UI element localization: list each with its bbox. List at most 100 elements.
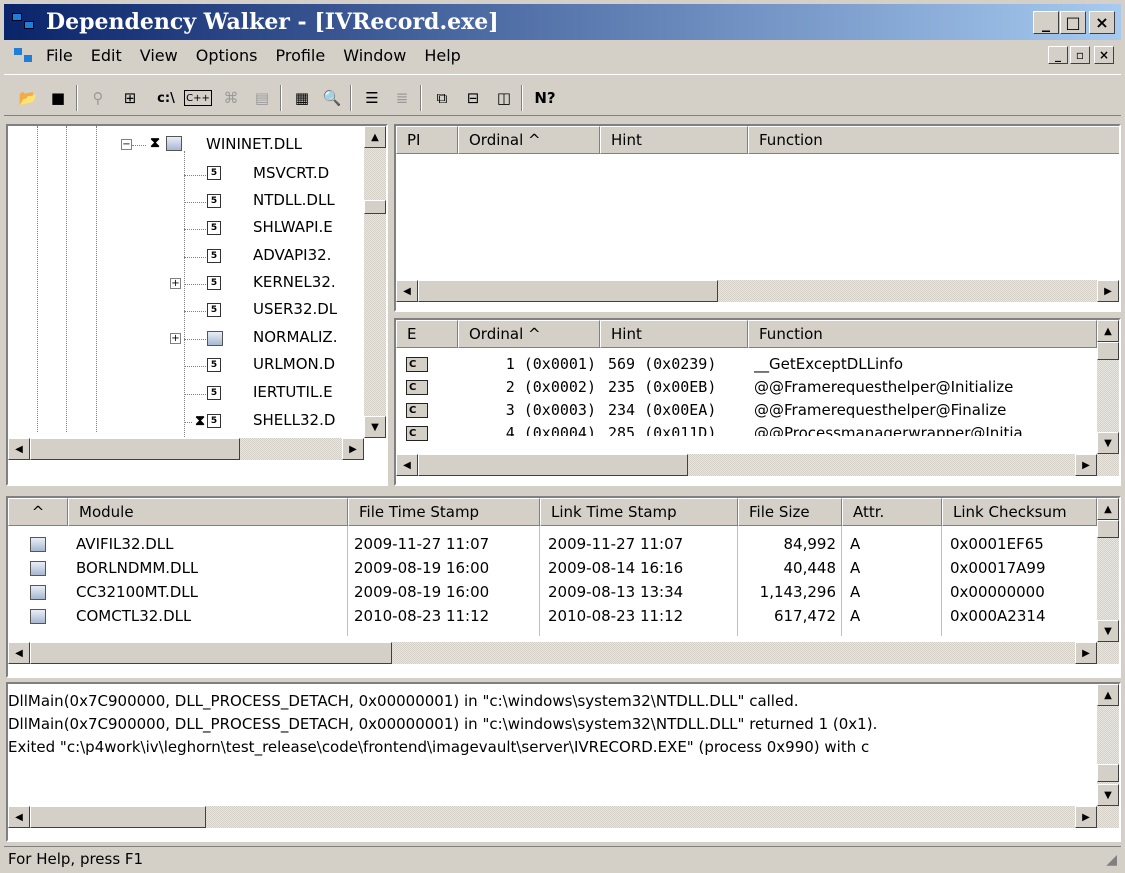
modules-list[interactable]: ^ Module File Time Stamp Link Time Stamp… bbox=[6, 496, 1121, 678]
function-cell[interactable]: @@Framerequesthelper@Finalize bbox=[754, 401, 1096, 419]
menu-help[interactable]: Help bbox=[424, 46, 460, 65]
tree-item[interactable]: KERNEL32. bbox=[253, 273, 336, 291]
imports-hscrollbar[interactable]: ◀ ▶ bbox=[396, 280, 1119, 302]
split-v-icon[interactable]: ◫ bbox=[490, 85, 518, 111]
column-header-attr[interactable]: Attr. bbox=[842, 498, 942, 526]
tree-icon[interactable]: ⊞ bbox=[116, 85, 144, 111]
mdi-minimize-button[interactable]: _ bbox=[1048, 46, 1068, 64]
profile-icon[interactable]: ⌘ bbox=[217, 85, 245, 111]
close-button[interactable]: × bbox=[1089, 11, 1115, 34]
path-icon[interactable]: c:\ bbox=[152, 85, 180, 111]
sort-icon[interactable]: ☰ bbox=[358, 85, 386, 111]
log-vscrollbar[interactable]: ▲ ▼ bbox=[1097, 684, 1119, 806]
scroll-right-button[interactable]: ▶ bbox=[342, 438, 364, 460]
function-cell[interactable]: @@Processmanagerwrapper@Initia bbox=[754, 424, 1096, 436]
mdi-restore-button[interactable]: ▫ bbox=[1070, 46, 1090, 64]
scroll-right-button[interactable]: ▶ bbox=[1097, 280, 1119, 302]
scroll-left-button[interactable]: ◀ bbox=[396, 454, 418, 476]
scroll-right-button[interactable]: ▶ bbox=[1075, 806, 1097, 828]
menu-file[interactable]: File bbox=[46, 46, 73, 65]
scroll-thumb[interactable] bbox=[30, 642, 392, 664]
column-header-link-checksum[interactable]: Link Checksum bbox=[942, 498, 1097, 526]
column-header-file-time-stamp[interactable]: File Time Stamp bbox=[348, 498, 540, 526]
log-hscrollbar[interactable]: ◀ ▶ bbox=[8, 806, 1119, 828]
cpp-icon[interactable]: C++ bbox=[184, 90, 212, 106]
scroll-down-button[interactable]: ▼ bbox=[1097, 432, 1119, 454]
column-header-e[interactable]: E bbox=[396, 320, 458, 348]
column-header-hint[interactable]: Hint bbox=[600, 320, 748, 348]
scroll-down-button[interactable]: ▼ bbox=[364, 416, 386, 438]
scroll-thumb[interactable] bbox=[1097, 520, 1119, 538]
exports-list[interactable]: E Ordinal ^ Hint Function C 1 (0x0001) 5… bbox=[394, 318, 1121, 486]
scroll-thumb[interactable] bbox=[1097, 342, 1119, 360]
tree-item[interactable]: ADVAPI32. bbox=[253, 246, 331, 264]
menu-view[interactable]: View bbox=[140, 46, 178, 65]
tree-hscrollbar[interactable]: ◀ ▶ bbox=[8, 438, 364, 460]
scroll-left-button[interactable]: ◀ bbox=[396, 280, 418, 302]
tree-item[interactable]: SHLWAPI.E bbox=[253, 218, 333, 236]
properties-icon[interactable]: ▤ bbox=[248, 85, 276, 111]
function-cell[interactable]: @@Framerequesthelper@Initialize bbox=[754, 378, 1096, 396]
column-header-function[interactable]: Function bbox=[748, 126, 1119, 154]
module-name-cell[interactable]: AVIFIL32.DLL bbox=[76, 535, 174, 553]
collapse-icon[interactable]: − bbox=[121, 139, 132, 150]
module-name-cell[interactable]: COMCTL32.DLL bbox=[76, 607, 191, 625]
module-name-cell[interactable]: CC32100MT.DLL bbox=[76, 583, 198, 601]
exports-hscrollbar[interactable]: ◀ ▶ bbox=[396, 454, 1119, 476]
function-cell[interactable]: __GetExceptDLLinfo bbox=[754, 355, 1096, 373]
open-icon[interactable]: 📂 bbox=[14, 85, 42, 111]
scroll-left-button[interactable]: ◀ bbox=[8, 438, 30, 460]
tree-vscrollbar[interactable]: ▲ ▼ bbox=[364, 126, 386, 438]
tree-item[interactable]: SHELL32.D bbox=[253, 411, 335, 429]
menu-edit[interactable]: Edit bbox=[91, 46, 122, 65]
expand-icon[interactable]: + bbox=[170, 278, 181, 289]
modules-hscrollbar[interactable]: ◀ ▶ bbox=[8, 642, 1119, 664]
mdi-doc-icon[interactable] bbox=[14, 46, 38, 64]
split-h-icon[interactable]: ⊟ bbox=[459, 85, 487, 111]
tree-item[interactable]: USER32.DL bbox=[253, 300, 337, 318]
scroll-thumb[interactable] bbox=[1097, 764, 1119, 782]
column-header-pi[interactable]: PI bbox=[396, 126, 458, 154]
menu-options[interactable]: Options bbox=[196, 46, 258, 65]
resize-grip-icon[interactable]: ◢ bbox=[1106, 852, 1117, 868]
imports-list[interactable]: PI Ordinal ^ Hint Function ◀ ▶ bbox=[394, 124, 1121, 312]
save-icon[interactable]: ■ bbox=[44, 85, 72, 111]
column-header-ordinal[interactable]: Ordinal ^ bbox=[458, 320, 600, 348]
column-header-ordinal[interactable]: Ordinal ^ bbox=[458, 126, 600, 154]
column-header-hint[interactable]: Hint bbox=[600, 126, 748, 154]
title-bar[interactable]: Dependency Walker - [IVRecord.exe] _ □ × bbox=[4, 4, 1121, 40]
tree-item[interactable]: MSVCRT.D bbox=[253, 164, 329, 182]
modules-vscrollbar[interactable]: ▲ ▼ bbox=[1097, 498, 1119, 642]
column-header-module[interactable]: Module bbox=[68, 498, 348, 526]
column-header-function[interactable]: Function bbox=[748, 320, 1097, 348]
module-name-cell[interactable]: BORLNDMM.DLL bbox=[76, 559, 198, 577]
tile-icon[interactable]: ⧉ bbox=[428, 85, 456, 111]
scroll-up-button[interactable]: ▲ bbox=[1097, 498, 1119, 520]
import-icon[interactable]: ≣ bbox=[388, 85, 416, 111]
scroll-thumb[interactable] bbox=[364, 200, 386, 214]
find-icon[interactable]: ⚲ bbox=[84, 85, 112, 111]
minimize-button[interactable]: _ bbox=[1033, 11, 1059, 34]
module-tree[interactable]: − ⧗ WININET.DLL 5 MSVCRT.D 5 NTDLL.DLL 5… bbox=[6, 124, 388, 486]
scroll-down-button[interactable]: ▼ bbox=[1097, 620, 1119, 642]
help-icon[interactable]: N? bbox=[531, 85, 559, 111]
maximize-button[interactable]: □ bbox=[1060, 11, 1086, 34]
scroll-thumb[interactable] bbox=[418, 280, 718, 302]
scroll-left-button[interactable]: ◀ bbox=[8, 806, 30, 828]
scroll-thumb[interactable] bbox=[30, 806, 206, 828]
tree-item[interactable]: NORMALIZ. bbox=[253, 328, 337, 346]
tree-item-wininet[interactable]: WININET.DLL bbox=[206, 135, 302, 153]
menu-window[interactable]: Window bbox=[343, 46, 406, 65]
column-header-link-time-stamp[interactable]: Link Time Stamp bbox=[540, 498, 738, 526]
scroll-right-button[interactable]: ▶ bbox=[1075, 454, 1097, 476]
column-header-file-size[interactable]: File Size bbox=[738, 498, 842, 526]
tree-item[interactable]: NTDLL.DLL bbox=[253, 191, 335, 209]
column-header-sort[interactable]: ^ bbox=[8, 498, 68, 526]
find-next-icon[interactable]: 🔍 bbox=[318, 85, 346, 111]
scroll-right-button[interactable]: ▶ bbox=[1075, 642, 1097, 664]
scroll-down-button[interactable]: ▼ bbox=[1097, 784, 1119, 806]
scroll-up-button[interactable]: ▲ bbox=[1097, 684, 1119, 706]
log-view[interactable]: DllMain(0x7C900000, DLL_PROCESS_DETACH, … bbox=[6, 682, 1121, 842]
menu-profile[interactable]: Profile bbox=[275, 46, 325, 65]
system-icon[interactable]: ▦ bbox=[288, 85, 316, 111]
